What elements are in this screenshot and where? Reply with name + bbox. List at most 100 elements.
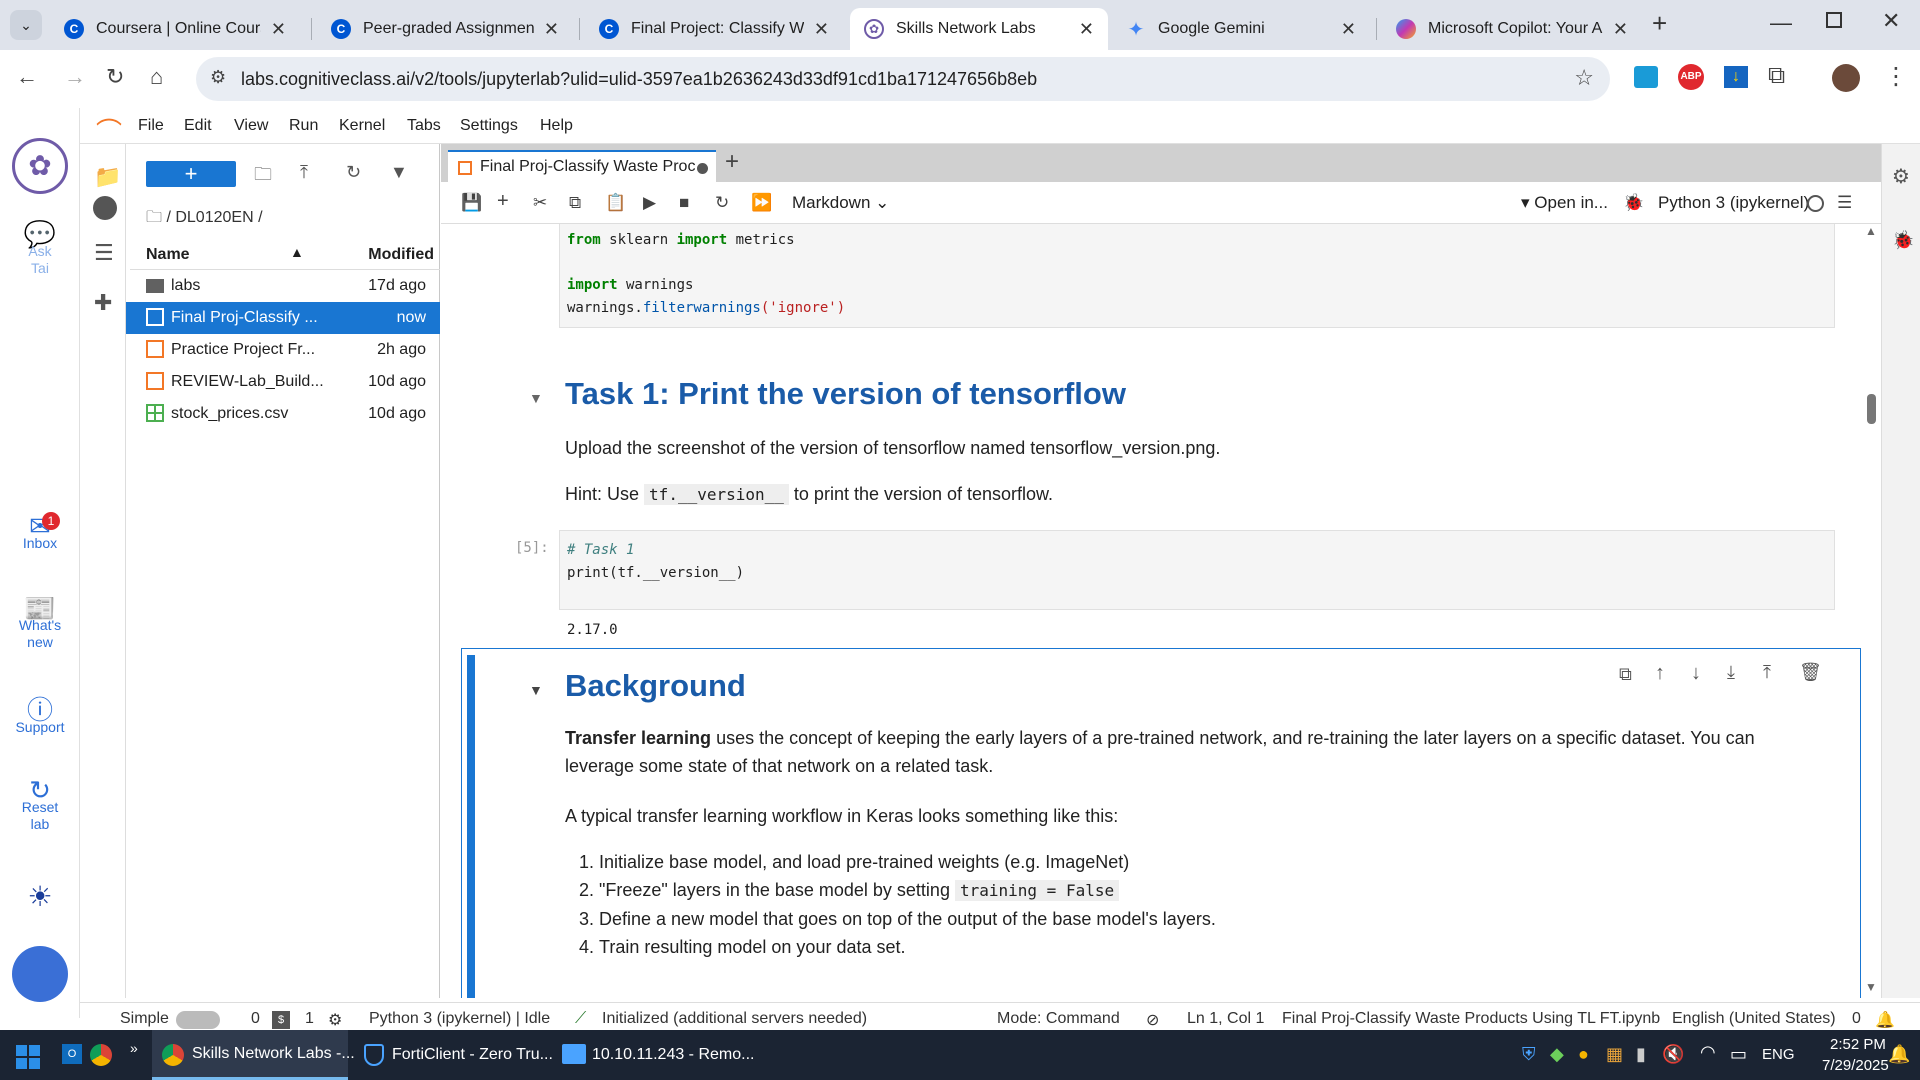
menu-view[interactable]: View: [234, 117, 268, 135]
minimize-window-icon[interactable]: —: [1770, 10, 1792, 36]
scroll-up-icon[interactable]: ▲: [1865, 224, 1877, 238]
clock-date[interactable]: 7/29/2025: [1822, 1057, 1889, 1074]
printer-extension-icon[interactable]: [1634, 66, 1658, 88]
taskbar-item-skills-network[interactable]: Skills Network Labs -...: [152, 1030, 355, 1080]
close-tab-icon[interactable]: ✕: [544, 19, 559, 40]
bell-icon[interactable]: 🔔: [1875, 1010, 1895, 1030]
new-tab-icon[interactable]: +: [1652, 8, 1667, 39]
spellcheck-language[interactable]: English (United States): [1672, 1010, 1836, 1028]
close-tab-icon[interactable]: ✕: [271, 19, 286, 40]
browser-menu-icon[interactable]: ⋮: [1884, 62, 1908, 91]
forward-icon[interactable]: →: [64, 64, 86, 90]
skills-network-logo-icon[interactable]: ✿: [12, 138, 68, 194]
adblock-icon[interactable]: ABP: [1678, 64, 1704, 90]
close-tab-icon[interactable]: ✕: [1613, 19, 1628, 40]
new-launcher-button[interactable]: +: [146, 161, 236, 187]
browser-tab-coursera[interactable]: C Coursera | Online Courses & ✕: [50, 8, 300, 50]
upload-icon[interactable]: ⤒: [300, 162, 308, 183]
bookmark-star-icon[interactable]: ☆: [1574, 65, 1594, 91]
debugger-bug-icon[interactable]: 🐞: [1623, 193, 1644, 213]
delete-cell-icon[interactable]: 🗑: [1799, 662, 1822, 683]
close-tab-icon[interactable]: ✕: [1341, 19, 1356, 40]
extensions-icon[interactable]: ⧉: [1768, 62, 1785, 90]
taskbar-item-forticlient[interactable]: FortiClient - Zero Tru...: [352, 1030, 553, 1080]
menu-run[interactable]: Run: [289, 117, 318, 135]
kernel-name-button[interactable]: Python 3 (ipykernel): [1658, 193, 1809, 213]
reload-icon[interactable]: ↻: [106, 64, 124, 90]
sort-ascending-icon[interactable]: ▲: [290, 244, 304, 260]
whats-new-button[interactable]: 📰 What's new: [0, 595, 80, 651]
restore-window-icon[interactable]: [1826, 12, 1842, 28]
insert-cell-icon[interactable]: +: [497, 190, 509, 213]
move-cell-up-icon[interactable]: ↑: [1655, 662, 1665, 685]
restart-run-all-icon[interactable]: ⏩: [751, 193, 772, 213]
insert-cell-below-icon[interactable]: ⤓: [1727, 662, 1735, 683]
cursor-position[interactable]: Ln 1, Col 1: [1187, 1010, 1264, 1028]
collapse-heading-icon[interactable]: ▼: [529, 390, 543, 406]
cut-icon[interactable]: ✂: [533, 193, 547, 213]
security-tray-icon[interactable]: ⛨: [1522, 1044, 1536, 1065]
breadcrumb[interactable]: 🗀 / DL0120EN /: [146, 206, 263, 233]
taskbar-item-remote-desktop[interactable]: 10.10.11.243 - Remo...: [552, 1030, 754, 1080]
menu-help[interactable]: Help: [540, 117, 573, 135]
close-tab-icon[interactable]: ✕: [814, 19, 829, 40]
notification-bell-icon[interactable]: 🔔: [1888, 1044, 1910, 1065]
browser-tab-gemini[interactable]: ✦ Google Gemini ✕: [1112, 8, 1370, 50]
folder-icon[interactable]: 📁: [94, 164, 121, 190]
battery-icon[interactable]: ▭: [1730, 1044, 1747, 1065]
outlook-icon[interactable]: O: [62, 1044, 82, 1064]
file-row-practice-project[interactable]: Practice Project Fr... 2h ago: [126, 334, 440, 366]
reset-lab-button[interactable]: ↻ Reset lab: [0, 777, 80, 833]
windows-start-icon[interactable]: [16, 1045, 40, 1069]
tab-search-icon[interactable]: ⌄: [10, 10, 42, 40]
cell-type-select[interactable]: Markdown ⌄: [792, 193, 889, 213]
menu-file[interactable]: File: [138, 117, 164, 135]
close-window-icon[interactable]: ✕: [1882, 8, 1900, 34]
home-icon[interactable]: ⌂: [150, 64, 163, 90]
lsp-status[interactable]: Initialized (additional servers needed): [602, 1010, 867, 1028]
new-document-tab-icon[interactable]: +: [725, 148, 739, 176]
site-info-icon[interactable]: ⚙: [210, 67, 226, 88]
property-inspector-gear-icon[interactable]: ⚙: [1892, 164, 1910, 189]
wifi-icon[interactable]: ◠: [1700, 1042, 1716, 1063]
terminal-count[interactable]: 0: [251, 1010, 260, 1028]
browser-tab-peer-graded[interactable]: C Peer-graded Assignment: Cl ✕: [317, 8, 573, 50]
notebook-document-tab[interactable]: Final Proj-Classify Waste Proc: [448, 150, 716, 182]
file-row-labs[interactable]: labs 17d ago: [126, 270, 440, 302]
browser-tab-skills-network[interactable]: ✿ Skills Network Labs ✕: [850, 8, 1108, 50]
kernel-status[interactable]: Python 3 (ipykernel) | Idle: [369, 1010, 550, 1028]
filter-icon[interactable]: ▼: [390, 162, 408, 183]
move-cell-down-icon[interactable]: ↓: [1691, 662, 1701, 685]
menu-settings[interactable]: Settings: [460, 117, 518, 135]
theme-toggle-icon[interactable]: ☀: [0, 883, 80, 911]
download-extension-icon[interactable]: ↓: [1724, 66, 1748, 88]
restart-icon[interactable]: ↻: [715, 193, 729, 213]
simple-mode-toggle[interactable]: [176, 1011, 220, 1029]
unsaved-dot-icon[interactable]: [697, 163, 708, 174]
profile-avatar[interactable]: [1832, 64, 1860, 92]
chrome-icon[interactable]: [90, 1044, 112, 1066]
menu-edit[interactable]: Edit: [184, 117, 212, 135]
scroll-thumb[interactable]: [1867, 394, 1876, 424]
weather-tray-icon[interactable]: ●: [1578, 1044, 1589, 1065]
run-icon[interactable]: ▶: [643, 193, 656, 213]
extensions-puzzle-icon[interactable]: ✚: [94, 290, 112, 316]
user-avatar[interactable]: [12, 946, 68, 1002]
code-cell-task1[interactable]: # Task 1 print(tf.__version__): [559, 530, 1835, 610]
file-row-stock-prices[interactable]: stock_prices.csv 10d ago: [126, 398, 440, 430]
column-name-header[interactable]: Name: [146, 246, 190, 264]
new-folder-icon[interactable]: 🗀: [254, 162, 272, 192]
url-field[interactable]: ⚙ labs.cognitiveclass.ai/v2/tools/jupyte…: [196, 57, 1610, 101]
column-modified-header[interactable]: Modified: [368, 246, 434, 264]
insert-cell-above-icon[interactable]: ⤒: [1763, 662, 1771, 683]
browser-tab-copilot[interactable]: Microsoft Copilot: Your AI c ✕: [1382, 8, 1642, 50]
notebook-scrollbar[interactable]: ▲ ▼: [1861, 224, 1881, 998]
debugger-icon[interactable]: 🐞: [1892, 230, 1914, 251]
ask-tai-button[interactable]: 💬 Ask Tai: [0, 221, 80, 277]
paste-icon[interactable]: 📋: [605, 193, 626, 213]
open-in-button[interactable]: ▾ Open in...: [1521, 193, 1608, 213]
kernel-count[interactable]: 1: [305, 1010, 314, 1028]
clock-time[interactable]: 2:52 PM: [1830, 1036, 1886, 1053]
input-language[interactable]: ENG: [1762, 1046, 1795, 1063]
close-tab-icon[interactable]: ✕: [1079, 19, 1094, 40]
